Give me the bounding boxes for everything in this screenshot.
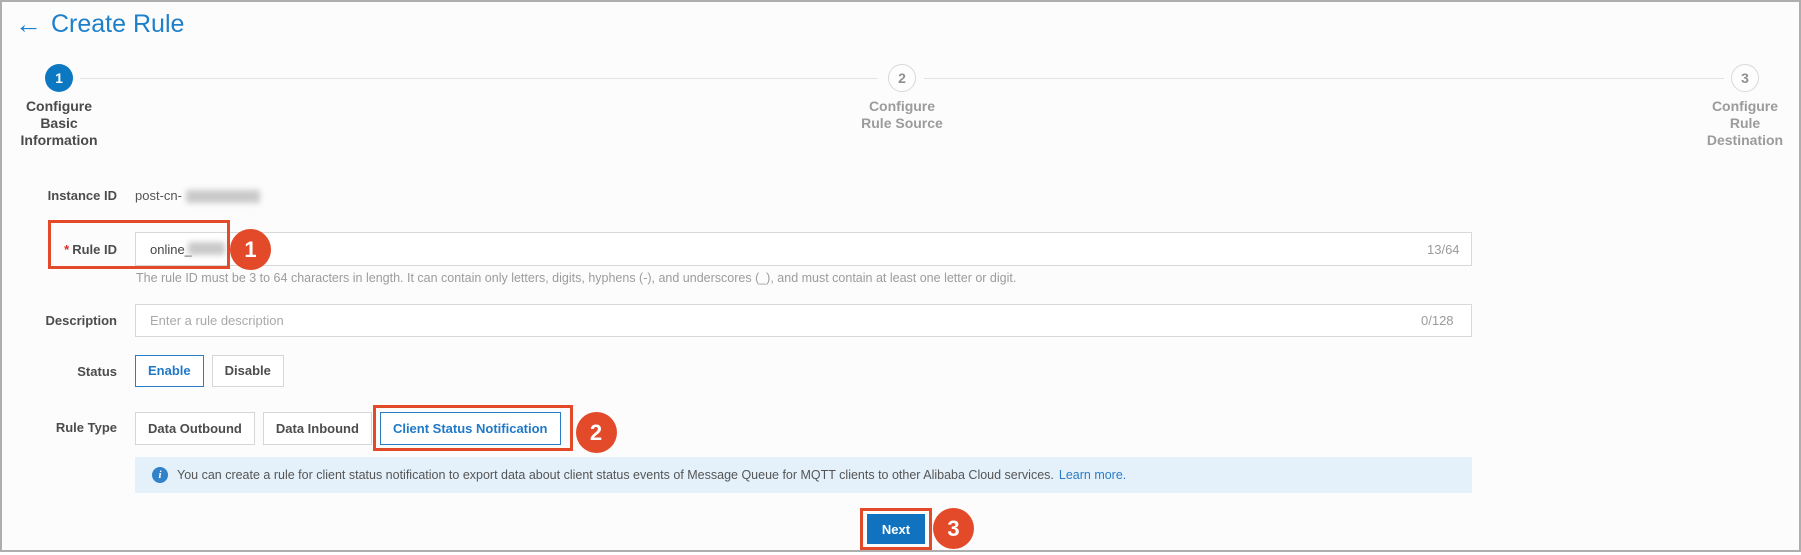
status-label: Status [77,364,117,379]
step-2-label: Configure Rule Source [861,98,943,131]
step-3-circle: 3 [1731,64,1759,92]
rule-id-input[interactable] [135,232,1472,266]
rule-id-redaction [188,242,225,255]
instance-id-label: Instance ID [47,188,117,203]
stepper-connector [80,78,878,79]
rule-id-label: * Rule ID [64,242,117,257]
info-icon: i [152,467,168,483]
next-button-wrap: Next 3 [860,508,974,550]
status-enable-button[interactable]: Enable [135,355,204,387]
rule-type-selected-wrap: Client Status Notification 2 [372,405,617,453]
learn-more-link[interactable]: Learn more. [1059,468,1126,482]
create-rule-page: ← Create Rule 1 Configure Basic Informat… [0,0,1801,552]
page-header: ← Create Rule [15,8,184,40]
back-arrow-icon[interactable]: ← [15,9,42,39]
instance-id-value: post-cn- [135,188,182,203]
rule-id-help-text: The rule ID must be 3 to 64 characters i… [136,271,1017,285]
description-counter: 0/128 [1421,313,1454,328]
rule-type-client-status-notification-button[interactable]: Client Status Notification [379,412,561,445]
annotation-badge-2: 2 [575,412,617,453]
next-button[interactable]: Next [867,514,925,544]
step-1-label: Configure Basic Information [20,98,98,148]
status-disable-button[interactable]: Disable [211,355,284,387]
required-asterisk: * [64,242,70,257]
rule-type-data-inbound-button[interactable]: Data Inbound [262,412,372,445]
info-banner: i You can create a rule for client statu… [135,457,1472,493]
step-1-circle: 1 [45,64,73,92]
rule-type-data-outbound-button[interactable]: Data Outbound [135,412,255,445]
description-label: Description [45,313,117,328]
rule-id-counter: 13/64 [1427,242,1460,257]
description-input[interactable] [135,304,1472,337]
rule-type-label: Rule Type [55,420,117,435]
info-banner-text: You can create a rule for client status … [177,468,1054,482]
step-3-label: Configure Rule Destination [1706,98,1784,148]
annotation-badge-3: 3 [933,508,974,549]
page-title: Create Rule [51,10,185,38]
instance-id-redaction [186,190,260,203]
step-2-circle: 2 [888,64,916,92]
stepper-connector [924,78,1724,79]
